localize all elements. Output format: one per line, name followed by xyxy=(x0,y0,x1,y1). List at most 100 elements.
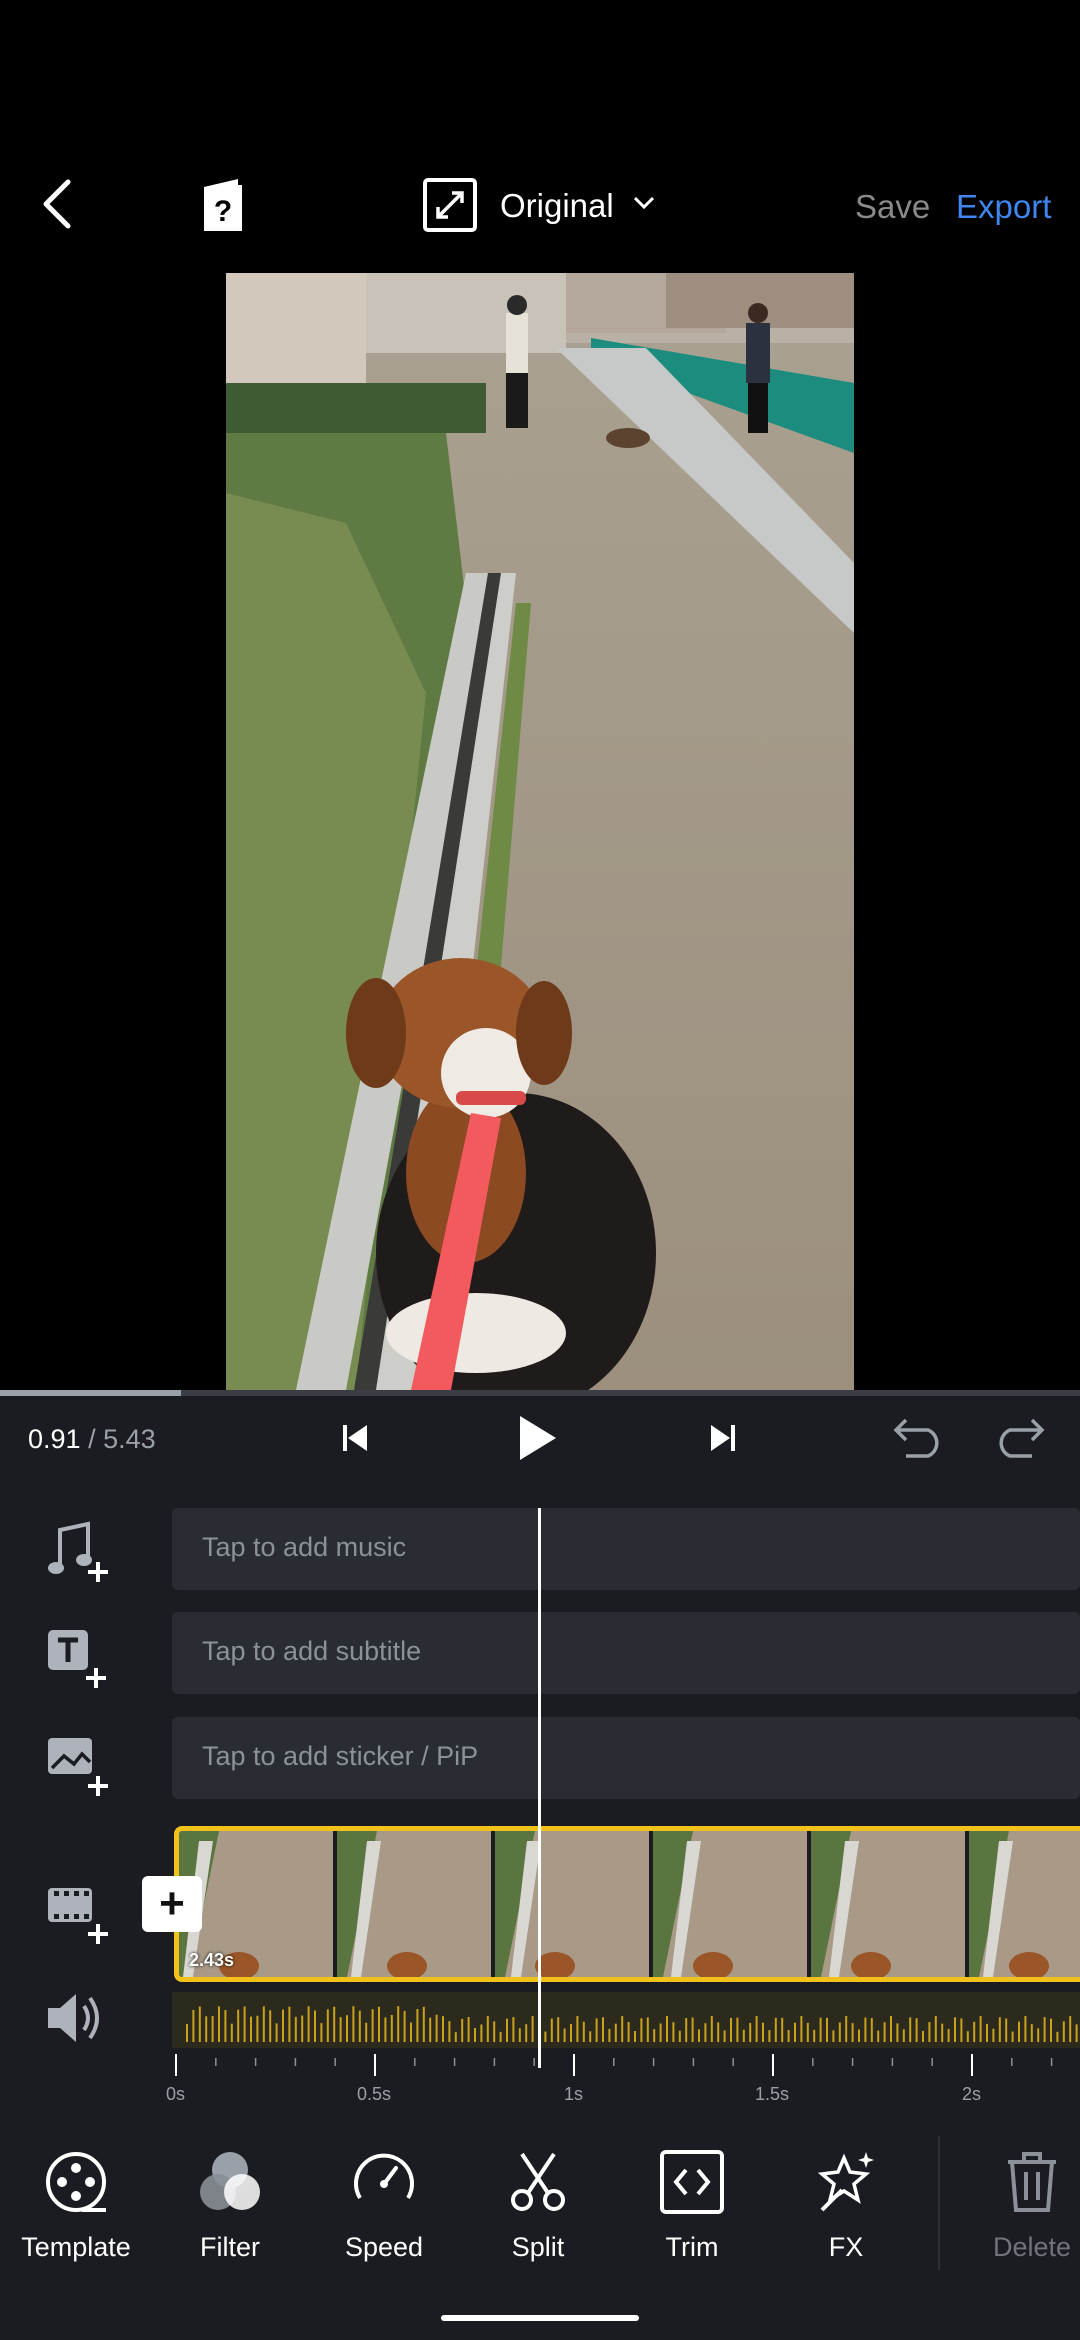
waveform-bar xyxy=(384,2017,387,2042)
waveform-bar xyxy=(224,2010,227,2042)
waveform-bar xyxy=(909,2017,912,2042)
waveform-bar xyxy=(960,2018,963,2042)
skip-forward-button[interactable] xyxy=(703,1418,743,1458)
waveform-bar xyxy=(653,2029,656,2042)
waveform-bar xyxy=(883,2022,886,2042)
waveform-bar xyxy=(717,2022,720,2042)
clip-frame xyxy=(495,1831,653,1977)
template-label: Template xyxy=(21,2232,131,2262)
waveform-bar xyxy=(237,2009,240,2042)
waveform-bar xyxy=(499,2031,502,2042)
waveform-bar xyxy=(416,2009,419,2042)
waveform-bar xyxy=(307,2006,310,2042)
waveform-bar xyxy=(979,2016,982,2042)
redo-button[interactable] xyxy=(992,1414,1046,1458)
waveform-bar xyxy=(634,2030,636,2042)
waveform-bar xyxy=(902,2029,905,2042)
ruler-label-4: 2s xyxy=(962,2084,982,2104)
video-preview[interactable] xyxy=(226,273,854,1390)
audio-waveform[interactable] xyxy=(172,1992,1080,2048)
waveform-bar xyxy=(358,2010,361,2042)
home-indicator xyxy=(441,2315,639,2321)
waveform-bar xyxy=(550,2018,553,2042)
back-button[interactable] xyxy=(30,170,86,238)
play-button[interactable] xyxy=(510,1410,564,1466)
waveform-bar xyxy=(1062,2021,1065,2042)
waveform-bar xyxy=(326,2009,329,2042)
ruler-label-0: 0s xyxy=(166,2084,186,2104)
waveform-bar xyxy=(723,2030,726,2042)
add-video-button[interactable] xyxy=(44,1880,114,1950)
trash-icon xyxy=(1008,2152,1056,2212)
clip-frame xyxy=(969,1831,1080,1977)
waveform-bar xyxy=(410,2022,412,2042)
video-clip[interactable]: 2.43s xyxy=(174,1826,1080,1982)
waveform-bar xyxy=(819,2017,822,2042)
waveform-bar xyxy=(755,2016,758,2042)
waveform-bar xyxy=(365,2022,368,2042)
waveform-bar xyxy=(346,2015,348,2042)
help-button[interactable]: ? xyxy=(192,172,254,238)
waveform-bar xyxy=(806,2022,809,2042)
filter-icon xyxy=(200,2152,260,2210)
waveform-bar xyxy=(762,2022,764,2042)
waveform-bar xyxy=(787,2030,790,2042)
waveform-bar xyxy=(576,2016,579,2042)
waveform-bar xyxy=(621,2016,624,2042)
save-button[interactable]: Save xyxy=(855,188,930,226)
speed-label: Speed xyxy=(344,2232,424,2262)
waveform-bar xyxy=(966,2031,969,2042)
waveform-bar xyxy=(474,2027,476,2042)
music-track[interactable]: Tap to add music xyxy=(172,1508,1080,1590)
waveform-bar xyxy=(710,2016,713,2042)
waveform-bar xyxy=(544,2031,547,2042)
waveform-bar xyxy=(1069,2016,1072,2042)
waveform-bar xyxy=(531,2016,534,2042)
waveform-bar xyxy=(320,2023,323,2042)
volume-icon xyxy=(48,1994,99,2042)
waveform-bar xyxy=(429,2017,432,2042)
sticker-track[interactable]: Tap to add sticker / PiP xyxy=(172,1717,1080,1799)
waveform-bar xyxy=(730,2017,732,2042)
add-music-button[interactable] xyxy=(44,1520,114,1590)
waveform-bar xyxy=(1018,2021,1020,2042)
waveform-bar xyxy=(506,2018,508,2042)
waveform-bar xyxy=(582,2021,585,2042)
waveform-bar xyxy=(998,2017,1001,2042)
add-subtitle-button[interactable] xyxy=(44,1626,114,1696)
playhead[interactable] xyxy=(538,1508,541,2068)
top-bar: ? Original Save Export xyxy=(0,0,1080,270)
aspect-ratio-selector[interactable]: Original xyxy=(420,175,670,237)
time-ruler xyxy=(175,2054,1053,2076)
waveform-bar xyxy=(557,2017,560,2042)
waveform-bar xyxy=(666,2016,668,2042)
waveform-bar xyxy=(704,2023,707,2042)
waveform-bar xyxy=(781,2017,784,2042)
back-icon xyxy=(43,179,71,229)
waveform-bar xyxy=(749,2022,752,2042)
waveform-bar xyxy=(890,2016,892,2042)
waveform-bar xyxy=(768,2030,771,2042)
waveform-bar xyxy=(563,2028,566,2042)
waveform-bar xyxy=(941,2023,944,2042)
clip-frame xyxy=(811,1831,969,1977)
current-time: 0.91 xyxy=(28,1424,81,1454)
skip-back-button[interactable] xyxy=(335,1418,375,1458)
export-button[interactable]: Export xyxy=(956,188,1051,226)
waveform-bar xyxy=(333,2006,336,2042)
waveform-bar xyxy=(813,2029,816,2042)
waveform-bar xyxy=(422,2006,425,2042)
ruler-label-2: 1s xyxy=(564,2084,584,2104)
add-sticker-button[interactable] xyxy=(44,1732,114,1802)
subtitle-track[interactable]: Tap to add subtitle xyxy=(172,1612,1080,1694)
waveform-bar xyxy=(685,2018,688,2042)
volume-button[interactable] xyxy=(44,1988,114,2058)
template-icon xyxy=(46,2152,106,2212)
undo-button[interactable] xyxy=(892,1414,946,1458)
waveform-bar xyxy=(230,2023,233,2042)
waveform-bar xyxy=(1037,2028,1040,2042)
waveform-bar xyxy=(294,2016,297,2042)
filter-label: Filter xyxy=(200,2232,260,2262)
waveform-bar xyxy=(1030,2024,1033,2042)
add-clip-button[interactable]: + xyxy=(142,1876,202,1932)
